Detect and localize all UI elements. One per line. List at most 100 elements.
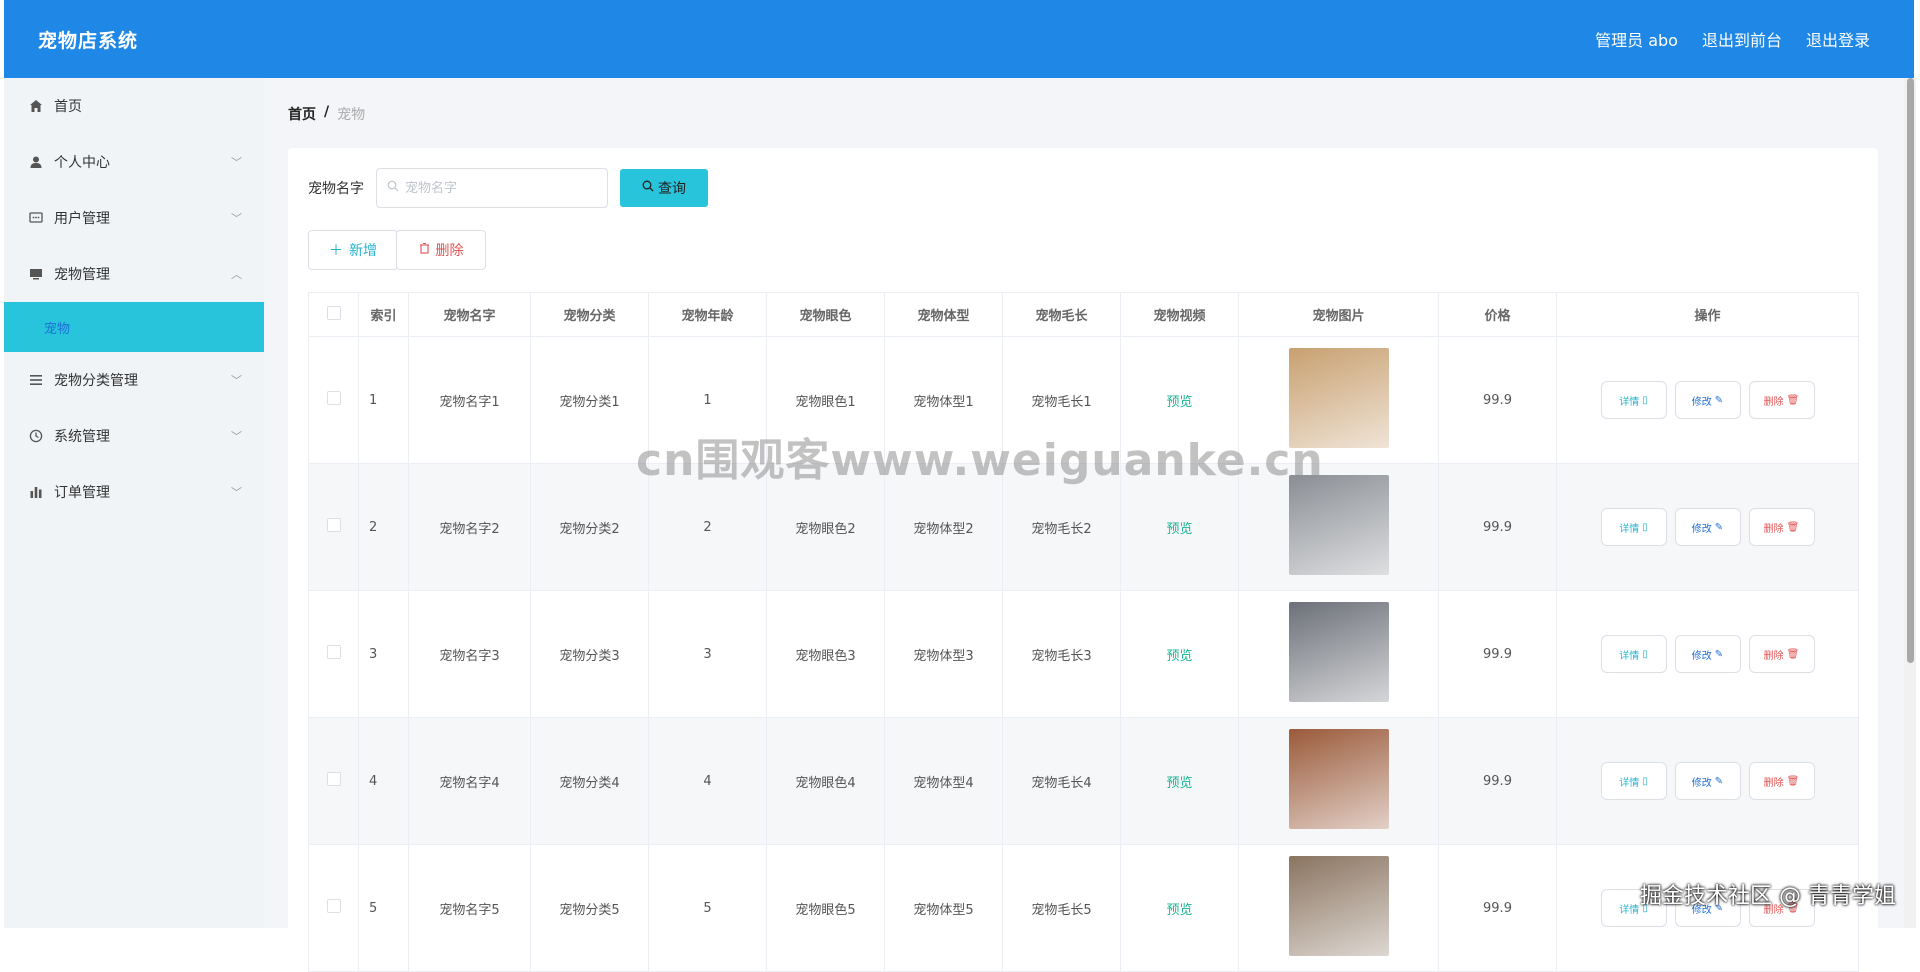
index-cell: 4 bbox=[359, 718, 409, 845]
detail-button[interactable]: 详情▯ bbox=[1601, 381, 1667, 419]
row-select-cell[interactable] bbox=[309, 464, 359, 591]
scrollbar-thumb[interactable] bbox=[1907, 78, 1914, 663]
sidebar-item-pets[interactable]: 宠物管理 ︿ bbox=[4, 246, 264, 302]
table-row[interactable]: 2宠物名字2宠物分类22宠物眼色2宠物体型2宠物毛长2预览99.9详情▯修改✎删… bbox=[309, 464, 1859, 591]
pet-eye-cell: 宠物眼色3 bbox=[767, 591, 885, 718]
pet-category-cell: 宠物分类4 bbox=[531, 718, 649, 845]
pencil-icon: ✎ bbox=[1715, 395, 1723, 406]
video-preview-link[interactable]: 预览 bbox=[1166, 649, 1192, 664]
operations-cell: 详情▯修改✎删除🗑 bbox=[1557, 718, 1859, 845]
column-header: 宠物年龄 bbox=[649, 293, 767, 337]
pet-category-cell: 宠物分类5 bbox=[531, 845, 649, 972]
delete-button-label: 删除 bbox=[1764, 520, 1784, 535]
column-header: 宠物视频 bbox=[1121, 293, 1239, 337]
breadcrumb: 首页 / 宠物 bbox=[288, 104, 365, 124]
row-checkbox[interactable] bbox=[327, 899, 341, 913]
row-select-cell[interactable] bbox=[309, 718, 359, 845]
edit-button[interactable]: 修改✎ bbox=[1675, 381, 1741, 419]
query-button[interactable]: 查询 bbox=[620, 169, 708, 207]
pet-video-cell: 预览 bbox=[1121, 718, 1239, 845]
video-preview-link[interactable]: 预览 bbox=[1166, 522, 1192, 537]
row-checkbox[interactable] bbox=[327, 518, 341, 532]
table-row[interactable]: 3宠物名字3宠物分类33宠物眼色3宠物体型3宠物毛长3预览99.9详情▯修改✎删… bbox=[309, 591, 1859, 718]
delete-button[interactable]: 删除🗑 bbox=[1749, 762, 1815, 800]
index-cell: 5 bbox=[359, 845, 409, 972]
batch-delete-button[interactable]: 删除 bbox=[396, 230, 486, 270]
sidebar-item-home[interactable]: 首页 bbox=[4, 78, 264, 134]
pet-image-cell bbox=[1239, 337, 1439, 464]
row-checkbox[interactable] bbox=[327, 645, 341, 659]
row-select-cell[interactable] bbox=[309, 337, 359, 464]
table-row[interactable]: 4宠物名字4宠物分类44宠物眼色4宠物体型4宠物毛长4预览99.9详情▯修改✎删… bbox=[309, 718, 1859, 845]
edit-button[interactable]: 修改✎ bbox=[1675, 635, 1741, 673]
cat-lucky-photo[interactable] bbox=[1289, 348, 1389, 448]
edit-button[interactable]: 修改✎ bbox=[1675, 762, 1741, 800]
search-field[interactable] bbox=[376, 168, 608, 208]
trash-icon: 🗑 bbox=[1787, 395, 1800, 406]
delete-button-label: 删除 bbox=[436, 240, 464, 260]
poodle-photo[interactable] bbox=[1289, 729, 1389, 829]
breadcrumb-home[interactable]: 首页 bbox=[288, 104, 316, 124]
select-all-cell[interactable] bbox=[309, 293, 359, 337]
video-preview-link[interactable]: 预览 bbox=[1166, 903, 1192, 918]
logout-link[interactable]: 退出登录 bbox=[1806, 27, 1870, 51]
add-button[interactable]: ＋ 新增 bbox=[308, 230, 398, 270]
video-preview-link[interactable]: 预览 bbox=[1166, 776, 1192, 791]
edit-button[interactable]: 修改✎ bbox=[1675, 508, 1741, 546]
column-header: 宠物眼色 bbox=[767, 293, 885, 337]
clock-icon bbox=[28, 428, 44, 444]
column-header: 宠物名字 bbox=[409, 293, 531, 337]
delete-button-label: 删除 bbox=[1764, 774, 1784, 789]
column-header: 操作 bbox=[1557, 293, 1859, 337]
delete-button[interactable]: 删除🗑 bbox=[1749, 508, 1815, 546]
search-input[interactable] bbox=[405, 181, 595, 196]
trash-icon: 🗑 bbox=[1787, 903, 1800, 914]
pet-name-cell: 宠物名字3 bbox=[409, 591, 531, 718]
index-cell: 2 bbox=[359, 464, 409, 591]
detail-button[interactable]: 详情▯ bbox=[1601, 508, 1667, 546]
edit-button-label: 修改 bbox=[1692, 901, 1712, 916]
row-select-cell[interactable] bbox=[309, 591, 359, 718]
pet-image-cell bbox=[1239, 591, 1439, 718]
search-bar: 宠物名字 查询 bbox=[308, 168, 708, 208]
pet-eye-cell: 宠物眼色5 bbox=[767, 845, 885, 972]
sidebar-item-system[interactable]: 系统管理 ﹀ bbox=[4, 408, 264, 464]
husky-photo[interactable] bbox=[1289, 602, 1389, 702]
delete-button-label: 删除 bbox=[1764, 647, 1784, 662]
delete-button[interactable]: 删除🗑 bbox=[1749, 381, 1815, 419]
breadcrumb-separator: / bbox=[324, 104, 329, 124]
admin-user-label[interactable]: 管理员 abo bbox=[1595, 27, 1678, 51]
trash-icon bbox=[419, 242, 430, 258]
document-icon: ▯ bbox=[1642, 776, 1648, 787]
table-row[interactable]: 1宠物名字1宠物分类11宠物眼色1宠物体型1宠物毛长1预览99.9详情▯修改✎删… bbox=[309, 337, 1859, 464]
gray-cat-photo[interactable] bbox=[1289, 475, 1389, 575]
detail-button[interactable]: 详情▯ bbox=[1601, 889, 1667, 927]
index-cell: 3 bbox=[359, 591, 409, 718]
sidebar-item-profile[interactable]: 个人中心 ﹀ bbox=[4, 134, 264, 190]
row-select-cell[interactable] bbox=[309, 845, 359, 972]
pencil-icon: ✎ bbox=[1715, 522, 1723, 533]
main-content: 首页 / 宠物 宠物名字 查询 ＋ 新增 bbox=[264, 78, 1904, 928]
pet-eye-cell: 宠物眼色1 bbox=[767, 337, 885, 464]
sidebar-item-label: 宠物分类管理 bbox=[54, 370, 138, 390]
video-preview-link[interactable]: 预览 bbox=[1166, 395, 1192, 410]
vertical-scrollbar[interactable] bbox=[1904, 78, 1916, 928]
edit-button[interactable]: 修改✎ bbox=[1675, 889, 1741, 927]
table-row[interactable]: 5宠物名字5宠物分类55宠物眼色5宠物体型5宠物毛长5预览99.9详情▯修改✎删… bbox=[309, 845, 1859, 972]
row-checkbox[interactable] bbox=[327, 772, 341, 786]
exit-to-front-link[interactable]: 退出到前台 bbox=[1702, 27, 1782, 51]
trash-icon: 🗑 bbox=[1787, 776, 1800, 787]
detail-button[interactable]: 详情▯ bbox=[1601, 762, 1667, 800]
delete-button[interactable]: 删除🗑 bbox=[1749, 635, 1815, 673]
sidebar-item-pet-category[interactable]: 宠物分类管理 ﹀ bbox=[4, 352, 264, 408]
detail-button-label: 详情 bbox=[1619, 901, 1639, 916]
sidebar-item-users[interactable]: 用户管理 ﹀ bbox=[4, 190, 264, 246]
sidebar-subitem-pet[interactable]: 宠物 bbox=[4, 302, 264, 352]
delete-button[interactable]: 删除🗑 bbox=[1749, 889, 1815, 927]
detail-button[interactable]: 详情▯ bbox=[1601, 635, 1667, 673]
select-all-checkbox[interactable] bbox=[327, 306, 341, 320]
sidebar-item-orders[interactable]: 订单管理 ﹀ bbox=[4, 464, 264, 520]
delete-button-label: 删除 bbox=[1764, 901, 1784, 916]
cats-photo[interactable] bbox=[1289, 856, 1389, 956]
row-checkbox[interactable] bbox=[327, 391, 341, 405]
